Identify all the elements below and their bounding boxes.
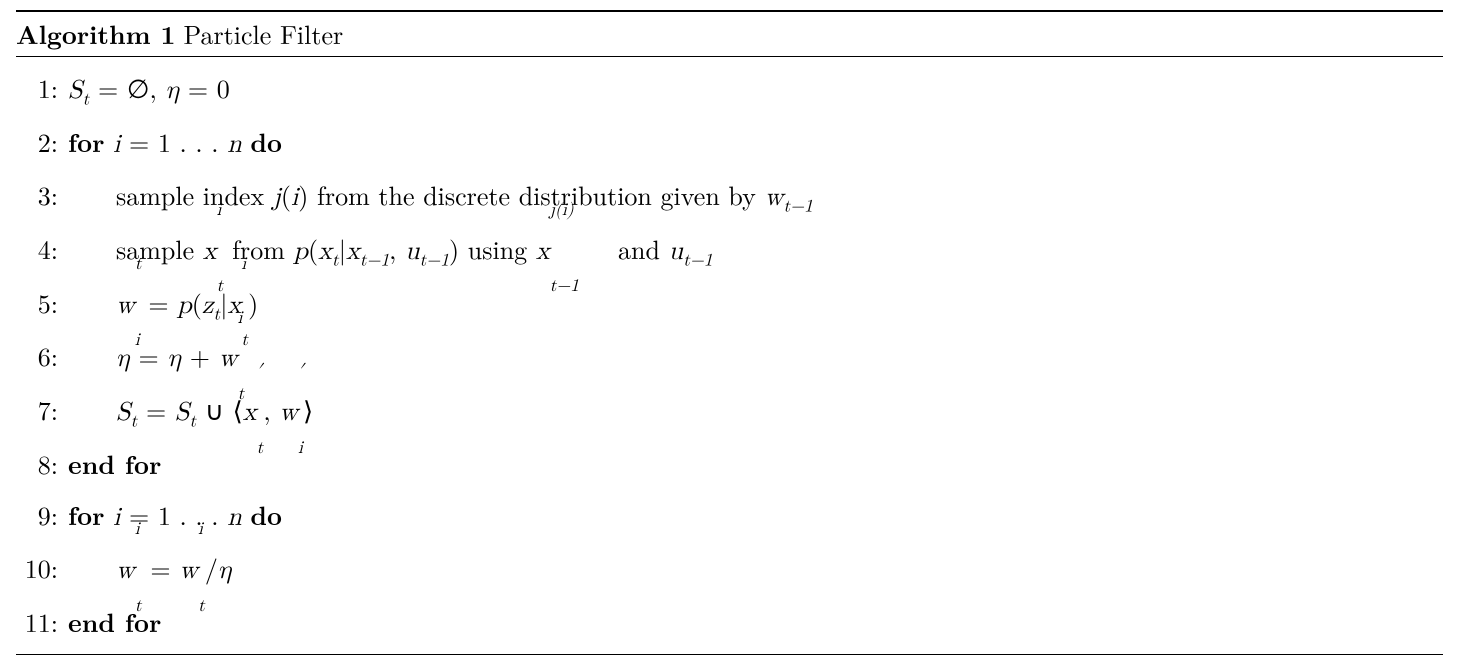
line-number: 11: [16,597,58,648]
line-content: for i = 1 . . . n do [68,490,282,544]
line-number: 10: [16,543,58,594]
line-content: end for [68,597,161,648]
algo-line: 11:end for [16,597,1443,648]
algo-line: 6:η = η + wtit [16,331,1443,385]
line-content: sample xtit from p(xt|xt−1, ut−1) using … [68,224,713,278]
line-content: for i = 1 . . . n do [68,117,282,171]
algorithm-body: 1:St = ∅, η = 02:for i = 1 . . . n do3:s… [16,56,1443,655]
algo-line: 7:St = St ∪ ⟨xt′t, wi′i⟩ [16,385,1443,439]
algorithm-title: Particle Filter [183,15,343,52]
algorithm-header: Algorithm 1 Particle Filter [16,15,1443,54]
algorithm-block: Algorithm 1 Particle Filter 1:St = ∅, η … [16,10,1443,655]
algorithm-label: Algorithm 1 [16,15,175,52]
algo-line: 2:for i = 1 . . . n do [16,117,1443,171]
line-content: η = η + wtit [68,331,244,385]
algo-line: 4:sample xtit from p(xt|xt−1, ut−1) usin… [16,224,1443,278]
line-content: St = ∅, η = 0 [68,63,230,117]
line-content: sample index j(i) from the discrete dist… [68,170,813,224]
line-content: end for [68,439,161,490]
line-number: 2: [16,117,58,168]
line-number: 7: [16,385,58,436]
line-number: 1: [16,63,58,114]
line-number: 3: [16,170,58,221]
line-content: wtit = wtit/η [68,543,232,597]
algo-line: 3:sample index j(i) from the discrete di… [16,170,1443,224]
line-content: St = St ∪ ⟨xt′t, wi′i⟩ [68,385,313,439]
algo-line: 1:St = ∅, η = 0 [16,63,1443,117]
line-number: 9: [16,490,58,541]
line-content: witi = p(zt|xtit) [68,278,258,332]
line-number: 4: [16,224,58,275]
algo-line: 8:end for [16,439,1443,490]
line-number: 6: [16,331,58,382]
algo-line: 10:wtit = wtit/η [16,543,1443,597]
line-number: 8: [16,439,58,490]
line-number: 5: [16,278,58,329]
algo-line: 5:witi = p(zt|xtit) [16,278,1443,332]
algo-line: 9:for i = 1 . . . n do [16,490,1443,544]
